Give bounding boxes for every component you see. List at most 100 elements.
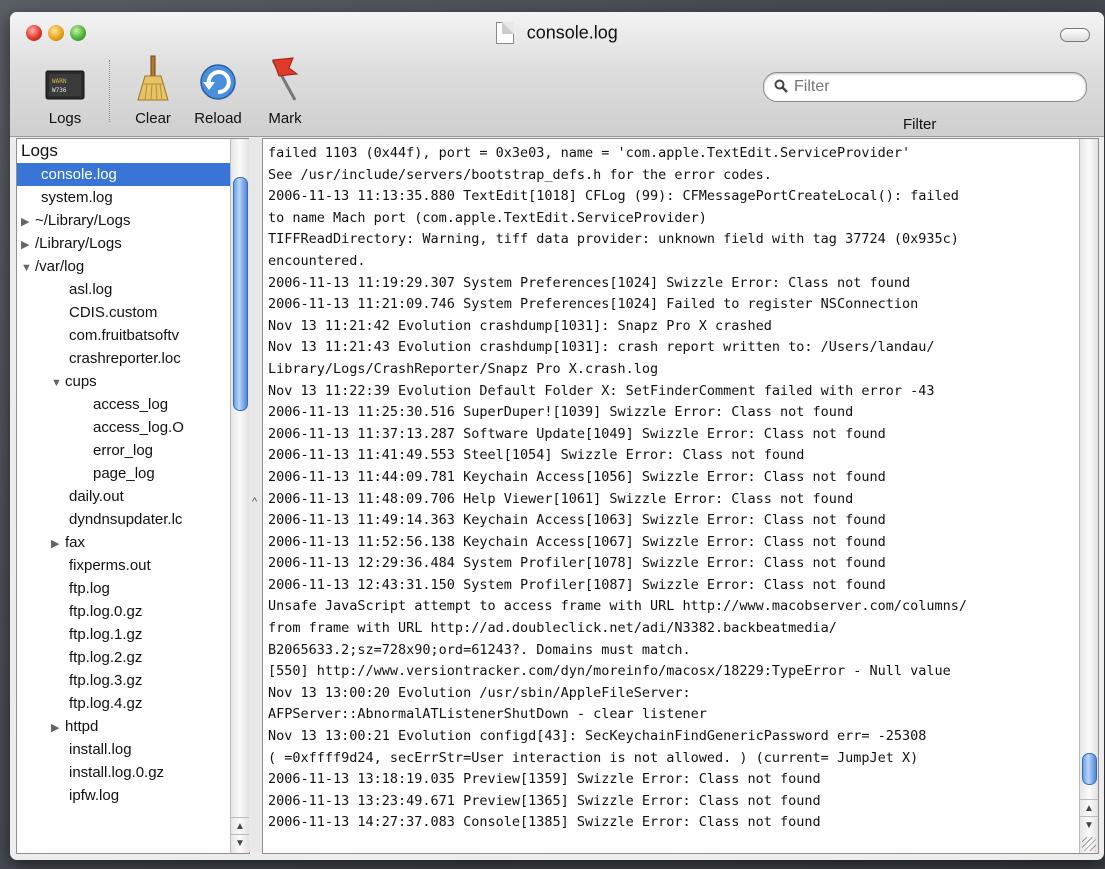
- sidebar-item-access-log-o[interactable]: access_log.O: [93, 416, 184, 439]
- log-line: encountered.: [268, 252, 366, 269]
- sidebar-item-label: ftp.log.3.gz: [69, 672, 143, 689]
- title-bar[interactable]: console.log: [10, 12, 1104, 50]
- sidebar-item-ipfw-log[interactable]: ipfw.log: [69, 784, 119, 807]
- disclosure-triangle-expanded-icon[interactable]: ▼: [51, 372, 65, 395]
- log-line: failed 1103 (0x44f), port = 0x3e03, name…: [268, 145, 911, 161]
- disclosure-triangle-icon[interactable]: ▶: [21, 211, 35, 234]
- sidebar-item-label: install.log: [69, 741, 132, 758]
- sidebar-scrollbar[interactable]: ▲ ▼: [230, 139, 249, 853]
- logs-label: Logs: [48, 110, 82, 127]
- log-lines: failed 1103 (0x44f), port = 0x3e03, name…: [268, 143, 1064, 834]
- sidebar-item-ftp-log-1[interactable]: ftp.log.1.gz: [69, 623, 142, 646]
- disclosure-triangle-icon[interactable]: ▶: [21, 234, 35, 257]
- scroll-up-arrow-icon[interactable]: ▲: [1080, 799, 1098, 817]
- sidebar-item-cups[interactable]: ▼ cups: [51, 370, 97, 393]
- log-line: 2006-11-13 12:29:36.484 System Profiler[…: [268, 555, 886, 572]
- sidebar-item-install-log[interactable]: install.log: [69, 738, 132, 761]
- sidebar-item-cdis-custom[interactable]: CDIS.custom: [69, 301, 157, 324]
- svg-text:WARN: WARN: [52, 78, 67, 85]
- disclosure-triangle-icon[interactable]: ▶: [51, 717, 65, 740]
- sidebar-item-system-log[interactable]: system.log: [41, 186, 113, 209]
- log-line: 2006-11-13 14:27:37.083 Console[1385] Sw…: [268, 814, 821, 831]
- clear-label: Clear: [135, 110, 171, 127]
- sidebar-item-label: com.fruitbatsoftv: [69, 327, 180, 344]
- log-scroll-thumb[interactable]: [1082, 753, 1097, 785]
- disclosure-triangle-expanded-icon[interactable]: ▼: [21, 257, 35, 280]
- sidebar-item-label: ftp.log.1.gz: [69, 626, 143, 643]
- flag-icon: [260, 54, 310, 102]
- sidebar-item-fixperms-out[interactable]: fixperms.out: [69, 554, 151, 577]
- broom-icon: [128, 54, 178, 102]
- sidebar-item-crashreporter[interactable]: crashreporter.loc: [69, 347, 181, 370]
- toolbar-toggle-button[interactable]: [1060, 28, 1090, 42]
- sidebar-item-fax[interactable]: ▶ fax: [51, 531, 85, 554]
- sidebar-item-ftp-log-3[interactable]: ftp.log.3.gz: [69, 669, 142, 692]
- log-line: 2006-11-13 11:49:14.363 Keychain Access[…: [268, 512, 886, 529]
- filter-input[interactable]: [792, 76, 1066, 98]
- log-scrollbar[interactable]: ▲ ▼: [1079, 139, 1098, 853]
- sidebar-scroll-thumb[interactable]: [233, 177, 248, 411]
- sidebar-item-fruitbat[interactable]: com.fruitbatsoftv: [69, 324, 179, 347]
- log-line: from frame with URL http://ad.doubleclic…: [268, 620, 837, 637]
- log-line: 2006-11-13 11:37:13.287 Software Update[…: [268, 425, 886, 442]
- sidebar-item-var-log[interactable]: ▼/var/log: [21, 255, 84, 278]
- scroll-down-arrow-icon[interactable]: ▼: [231, 834, 249, 852]
- log-line: [550] http://www.versiontracker.com/dyn/…: [268, 663, 951, 680]
- sidebar-item-httpd[interactable]: ▶ httpd: [51, 715, 98, 738]
- scroll-down-arrow-icon[interactable]: ▼: [1080, 816, 1098, 834]
- splitter-handle-icon[interactable]: ^: [252, 496, 257, 508]
- log-line: Nov 13 13:00:20 Evolution /usr/sbin/Appl…: [268, 684, 691, 701]
- reload-icon: [188, 54, 248, 102]
- sidebar-item-ftp-log-2[interactable]: ftp.log.2.gz: [69, 646, 142, 669]
- sidebar-item-ftp-log-0[interactable]: ftp.log.0.gz: [69, 600, 142, 623]
- log-line: Nov 13 11:22:39 Evolution Default Folder…: [268, 382, 935, 399]
- logs-button[interactable]: WARN W736 Logs: [40, 54, 90, 127]
- log-line: 2006-11-13 11:13:35.880 TextEdit[1018] C…: [268, 188, 959, 205]
- sidebar-item-label: access_log.O: [93, 419, 184, 436]
- clear-button[interactable]: Clear: [128, 54, 178, 127]
- log-line: B2065633.2;sz=728x90;ord=61243?. Domains…: [268, 641, 691, 658]
- sidebar-item-ftp-log[interactable]: ftp.log: [69, 577, 110, 600]
- log-line: Library/Logs/CrashReporter/Snapz Pro X.c…: [268, 360, 659, 377]
- sidebar-item-label: access_log: [93, 396, 169, 413]
- log-line: Nov 13 13:00:21 Evolution configd[43]: S…: [268, 728, 927, 745]
- log-line: 2006-11-13 13:18:19.035 Preview[1359] Sw…: [268, 771, 821, 788]
- log-line: AFPServer::AbnormalATListenerShutDown - …: [268, 706, 707, 723]
- mark-button[interactable]: Mark: [260, 54, 310, 127]
- sidebar-item-library-logs[interactable]: ▶/Library/Logs: [21, 232, 122, 255]
- sidebar-item-console-log[interactable]: console.log: [17, 163, 231, 186]
- sidebar-item-access-log[interactable]: access_log: [93, 393, 168, 416]
- filter-search-field[interactable]: [763, 72, 1087, 102]
- reload-label: Reload: [194, 110, 242, 127]
- sidebar-item-user-library-logs[interactable]: ▶ ~/Library/Logs: [21, 209, 130, 232]
- sidebar-item-ftp-log-4[interactable]: ftp.log.4.gz: [69, 692, 142, 715]
- sidebar-item-label: ~/Library/Logs: [35, 212, 131, 229]
- logs-sidebar[interactable]: Logs console.log system.log ▶ ~/Library/L…: [16, 138, 250, 854]
- sidebar-item-label: ftp.log.2.gz: [69, 649, 143, 666]
- sidebar-item-label: system.log: [41, 189, 113, 206]
- toolbar-separator: [109, 60, 111, 122]
- disclosure-triangle-icon[interactable]: ▶: [51, 533, 65, 556]
- log-text-view[interactable]: failed 1103 (0x44f), port = 0x3e03, name…: [262, 138, 1099, 854]
- logs-icon: WARN W736: [40, 54, 90, 102]
- sidebar-item-install-log-0[interactable]: install.log.0.gz: [69, 761, 164, 784]
- scroll-up-arrow-icon[interactable]: ▲: [231, 817, 249, 835]
- sidebar-item-asl-log[interactable]: asl.log: [69, 278, 112, 301]
- log-line: 2006-11-13 11:52:56.138 Keychain Access[…: [268, 533, 886, 550]
- sidebar-item-daily-out[interactable]: daily.out: [69, 485, 124, 508]
- sidebar-item-page-log[interactable]: page_log: [93, 462, 155, 485]
- pane-splitter[interactable]: ^: [249, 138, 263, 852]
- toolbar: console.log WARN W736 Logs Clear Reload …: [10, 12, 1104, 137]
- log-line: Nov 13 11:21:42 Evolution crashdump[1031…: [268, 317, 772, 334]
- filter-label: Filter: [903, 116, 937, 133]
- sidebar-item-dyndnsupdater[interactable]: dyndnsupdater.lc: [69, 508, 182, 531]
- sidebar-item-label: ftp.log.0.gz: [69, 603, 143, 620]
- sidebar-item-label: fax: [65, 534, 86, 551]
- log-line: to name Mach port (com.apple.TextEdit.Se…: [268, 209, 707, 226]
- log-line: Unsafe JavaScript attempt to access fram…: [268, 598, 967, 615]
- log-line: 2006-11-13 11:44:09.781 Keychain Access[…: [268, 468, 886, 485]
- search-icon: [774, 79, 788, 98]
- sidebar-item-error-log[interactable]: error_log: [93, 439, 153, 462]
- reload-button[interactable]: Reload: [188, 54, 248, 127]
- resize-grip-icon[interactable]: [1082, 837, 1096, 851]
